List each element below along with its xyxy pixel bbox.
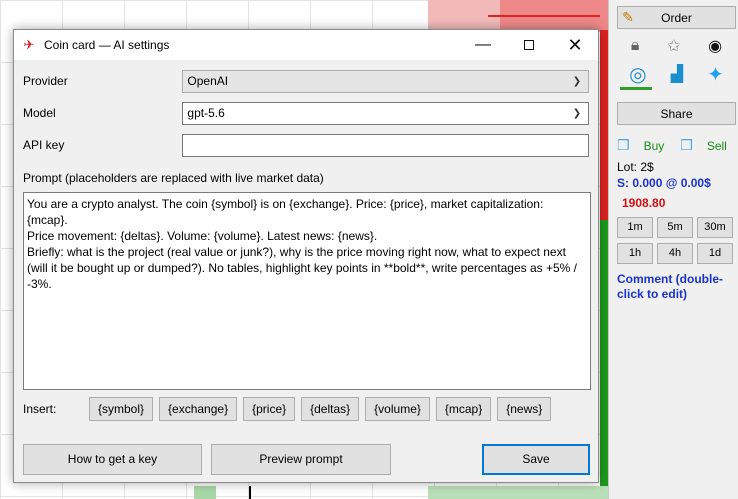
watch-eye-icon[interactable]: ◎ xyxy=(629,62,646,87)
volume-bar xyxy=(194,486,216,499)
ask-price-line xyxy=(488,15,600,17)
insert-placeholders-row: Insert: {symbol} {exchange} {price} {del… xyxy=(23,396,589,422)
how-to-get-key-button[interactable]: How to get a key xyxy=(23,444,202,475)
insert-label: Insert: xyxy=(23,402,57,416)
app-logo-icon: ✈ xyxy=(23,37,35,52)
insert-mcap-button[interactable]: {mcap} xyxy=(435,397,492,421)
side-panel: ✎ Order 🔒︎ ✩ ◉ ◎ ▟ ✦ Share ❒ Buy ❒ Sell … xyxy=(608,0,738,499)
api-key-row: API key xyxy=(23,129,589,161)
dialog-titlebar[interactable]: ✈ Coin card — AI settings — ✕ xyxy=(14,30,598,60)
sell-button[interactable]: Sell xyxy=(707,139,727,153)
chart-icon[interactable]: ▟ xyxy=(671,64,683,84)
insert-news-button[interactable]: {news} xyxy=(497,397,552,421)
model-select[interactable]: gpt-5.6 ❯ xyxy=(182,101,589,125)
cube-icon: ❒ xyxy=(617,137,630,153)
pencil-icon: ✎ xyxy=(622,9,634,25)
dialog-actions: How to get a key Preview prompt Save xyxy=(23,444,590,475)
model-label: Model xyxy=(23,106,56,120)
twitter-icon[interactable]: ✦ xyxy=(707,62,724,87)
prompt-label: Prompt (placeholders are replaced with l… xyxy=(23,171,324,185)
ask-volume-bar xyxy=(600,30,608,220)
buy-sell-row: ❒ Buy ❒ Sell xyxy=(617,137,738,154)
current-price: 1908.80 xyxy=(622,196,666,210)
bid-volume-bar xyxy=(600,220,608,499)
chevron-down-icon: ❯ xyxy=(572,75,582,87)
api-key-input[interactable] xyxy=(182,133,589,157)
cube-icon: ❒ xyxy=(680,137,693,153)
prompt-line: You are a crypto analyst. The coin {symb… xyxy=(27,197,544,227)
lock-icon[interactable]: 🔒︎ xyxy=(631,37,640,55)
api-key-label: API key xyxy=(23,138,65,152)
provider-select[interactable]: OpenAI ❯ xyxy=(182,69,589,93)
order-button-label: Order xyxy=(661,10,692,25)
comment-field[interactable]: Comment (double-click to edit) xyxy=(617,272,735,302)
timeframe-5m[interactable]: 5m xyxy=(657,217,693,238)
maximize-button[interactable] xyxy=(506,30,552,60)
insert-symbol-button[interactable]: {symbol} xyxy=(89,397,154,421)
bid-depth-area xyxy=(428,486,608,499)
timeframe-1d[interactable]: 1d xyxy=(697,243,733,264)
insert-price-button[interactable]: {price} xyxy=(243,397,296,421)
chart-cursor xyxy=(249,486,251,499)
timeframe-4h[interactable]: 4h xyxy=(657,243,693,264)
share-button[interactable]: Share xyxy=(617,102,736,125)
prompt-line: Briefly: what is the project (real value… xyxy=(27,245,577,291)
provider-value: OpenAI xyxy=(187,74,229,88)
insert-exchange-button[interactable]: {exchange} xyxy=(159,397,238,421)
prompt-line: Price movement: {deltas}. Volume: {volum… xyxy=(27,229,378,243)
star-icon[interactable]: ✩ xyxy=(667,36,680,56)
buy-button[interactable]: Buy xyxy=(644,139,665,153)
prompt-textarea[interactable]: You are a crypto analyst. The coin {symb… xyxy=(23,192,591,390)
timeframe-30m[interactable]: 30m xyxy=(697,217,733,238)
save-button[interactable]: Save xyxy=(482,444,590,475)
insert-deltas-button[interactable]: {deltas} xyxy=(301,397,360,421)
chevron-down-icon: ❯ xyxy=(572,107,582,119)
eye-icon[interactable]: ◉ xyxy=(708,36,722,56)
timeframe-1h[interactable]: 1h xyxy=(617,243,653,264)
preview-prompt-button[interactable]: Preview prompt xyxy=(211,444,391,475)
lot-size: Lot: 2$ xyxy=(617,160,654,174)
insert-volume-button[interactable]: {volume} xyxy=(365,397,430,421)
timeframe-grid: 1m 5m 30m 1h 4h 1d xyxy=(617,217,738,264)
share-button-label: Share xyxy=(660,106,693,121)
model-value: gpt-5.6 xyxy=(187,106,225,120)
minimize-button[interactable]: — xyxy=(460,30,506,60)
toolbar-icons-row-2: ◎ ▟ ✦ xyxy=(617,62,736,87)
provider-row: Provider OpenAI ❯ xyxy=(23,65,589,97)
provider-label: Provider xyxy=(23,74,68,88)
toolbar-icons-row: 🔒︎ ✩ ◉ xyxy=(617,35,736,57)
model-row: Model gpt-5.6 ❯ xyxy=(23,97,589,129)
position-status: S: 0.000 @ 0.00$ xyxy=(617,176,711,190)
ai-settings-dialog: ✈ Coin card — AI settings — ✕ Provider O… xyxy=(13,29,599,483)
settings-form: Provider OpenAI ❯ Model gpt-5.6 ❯ API ke… xyxy=(14,65,598,422)
close-button[interactable]: ✕ xyxy=(552,30,598,60)
order-button[interactable]: ✎ Order xyxy=(617,6,736,29)
dialog-title: Coin card — AI settings xyxy=(44,38,170,52)
timeframe-1m[interactable]: 1m xyxy=(617,217,653,238)
maximize-icon xyxy=(524,40,534,50)
